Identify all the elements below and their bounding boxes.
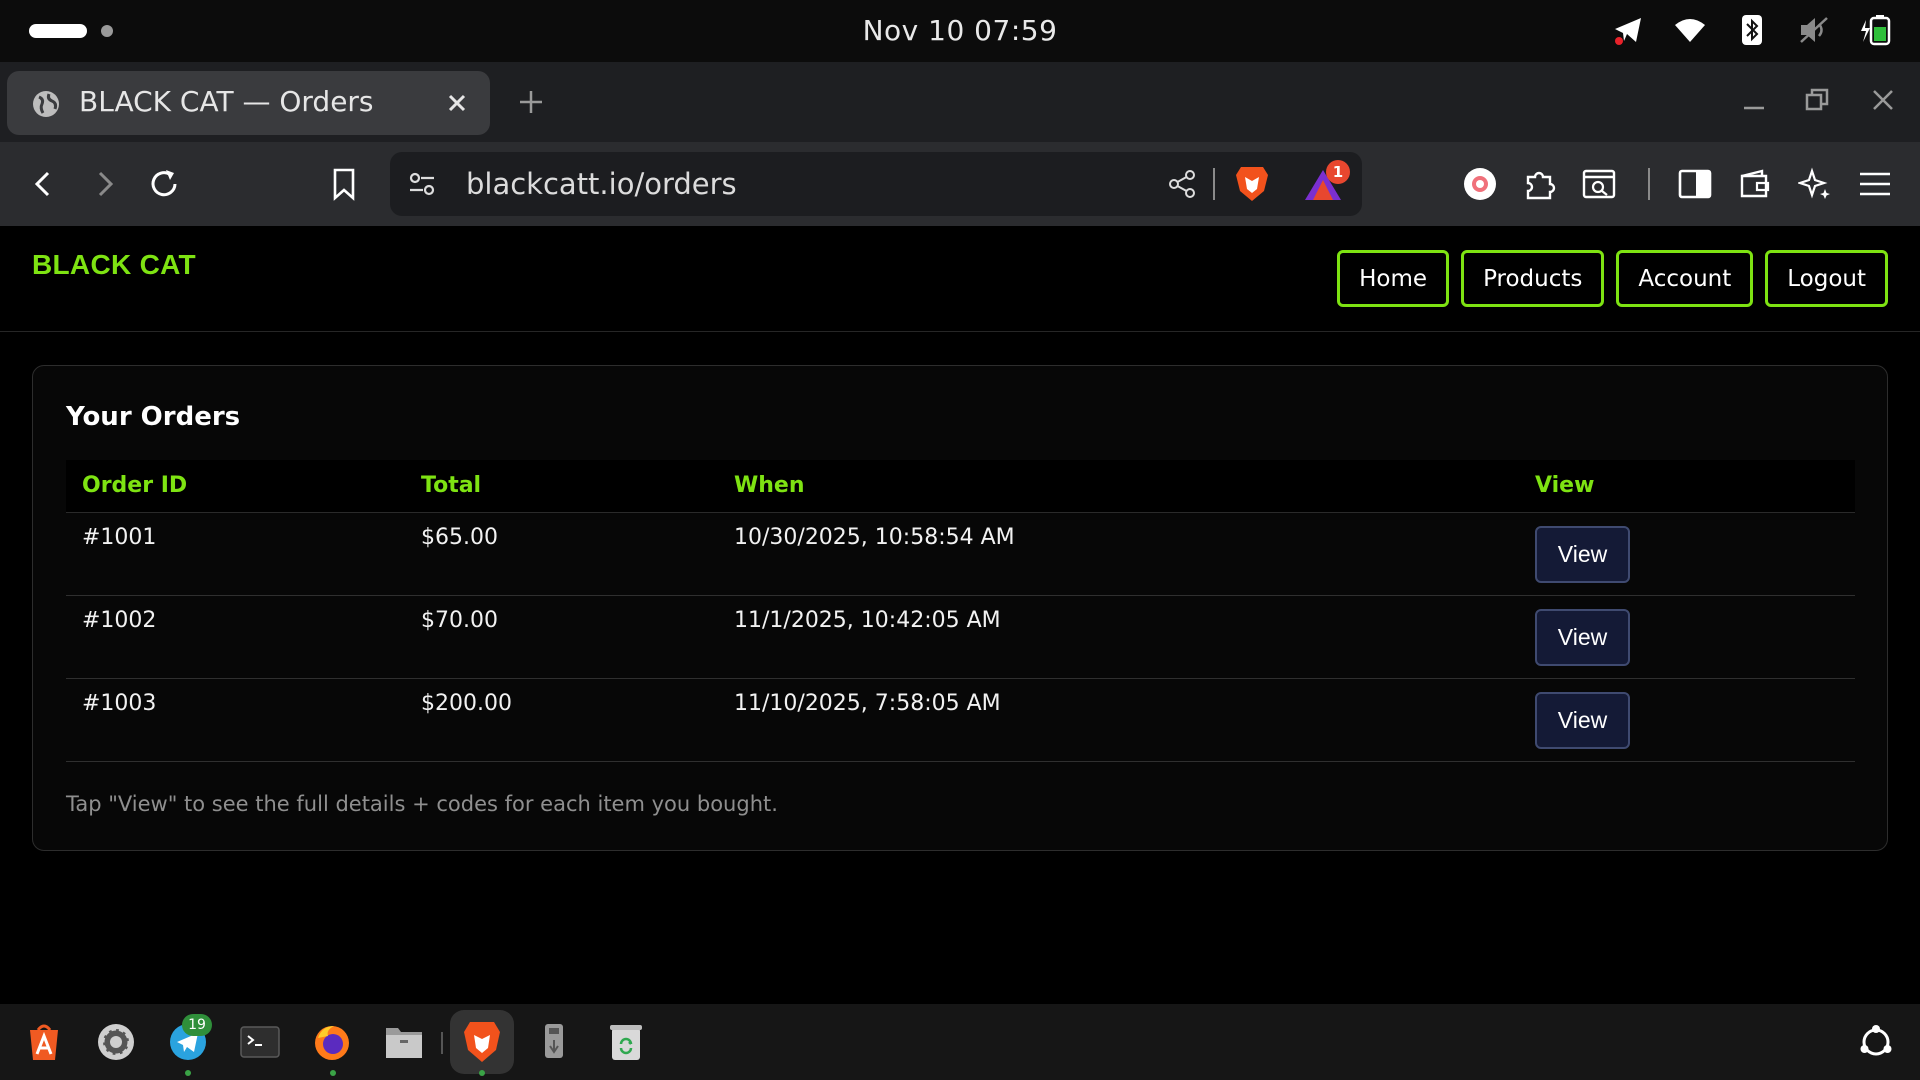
telegram-tray-icon[interactable] (1610, 12, 1646, 48)
hamburger-menu-icon[interactable] (1853, 162, 1897, 206)
new-tab-icon[interactable] (515, 86, 547, 118)
order-id-cell: #1003 (66, 678, 405, 762)
globe-icon (33, 91, 59, 117)
site-brand[interactable]: BLACK CAT (32, 249, 196, 281)
view-order-button[interactable]: View (1535, 525, 1630, 583)
nav-logout-button[interactable]: Logout (1765, 250, 1888, 307)
minimize-window-icon[interactable] (1738, 84, 1770, 116)
system-tray (1610, 12, 1894, 48)
brave-shields-icon[interactable] (1235, 165, 1269, 203)
running-indicator (479, 1070, 485, 1076)
site-header: BLACK CAT Home Products Account Logout (0, 226, 1920, 332)
web-page: BLACK CAT Home Products Account Logout Y… (0, 226, 1920, 1004)
show-apps-icon[interactable] (1852, 1018, 1900, 1066)
order-when-cell: 11/1/2025, 10:42:05 AM (718, 595, 1519, 679)
leo-ai-icon[interactable] (1793, 162, 1837, 206)
orders-hint-text: Tap "View" to see the full details + cod… (66, 792, 778, 816)
view-order-button[interactable]: View (1535, 608, 1630, 666)
browser-tab-strip: BLACK CAT — Orders (0, 62, 1920, 142)
sidebar-toggle-icon[interactable] (1673, 162, 1717, 206)
orders-table: Order ID Total When View #1001 $65.00 10… (66, 460, 1855, 762)
nav-account-button[interactable]: Account (1616, 250, 1754, 307)
back-icon[interactable] (22, 162, 66, 206)
column-header-when: When (718, 460, 1519, 513)
os-top-bar: Nov 10 07:59 (0, 0, 1920, 62)
table-row: #1003 $200.00 11/10/2025, 7:58:05 AM Vie… (66, 678, 1855, 762)
nav-products-button[interactable]: Products (1461, 250, 1605, 307)
extensions-puzzle-icon[interactable] (1518, 162, 1562, 206)
app-center-icon[interactable] (20, 1018, 68, 1066)
address-bar[interactable]: blackcatt.io/orders 1 (390, 152, 1362, 216)
url-text[interactable]: blackcatt.io/orders (466, 167, 737, 201)
terminal-icon[interactable] (236, 1018, 284, 1066)
rewards-notification-badge: 1 (1326, 160, 1350, 184)
order-when-cell: 11/10/2025, 7:58:05 AM (718, 678, 1519, 762)
files-icon[interactable] (380, 1018, 428, 1066)
bookmark-icon[interactable] (322, 162, 366, 206)
tab-title: BLACK CAT — Orders (79, 85, 374, 118)
table-row: #1001 $65.00 10/30/2025, 10:58:54 AM Vie… (66, 512, 1855, 596)
brave-rewards-button[interactable]: 1 (1303, 160, 1350, 206)
browser-toolbar: blackcatt.io/orders 1 (0, 142, 1920, 226)
wallet-icon[interactable] (1733, 162, 1777, 206)
nav-home-button[interactable]: Home (1337, 250, 1450, 307)
toolbar-divider (1648, 168, 1650, 200)
order-total-cell: $70.00 (405, 595, 718, 679)
orders-card: Your Orders Order ID Total When View #10… (32, 365, 1888, 851)
restore-window-icon[interactable] (1801, 84, 1833, 116)
site-nav: Home Products Account Logout (1337, 250, 1888, 307)
table-header-row: Order ID Total When View (66, 460, 1855, 513)
order-when-cell: 10/30/2025, 10:58:54 AM (718, 512, 1519, 596)
urlbar-divider (1213, 168, 1215, 200)
order-total-cell: $65.00 (405, 512, 718, 596)
reader-mode-icon[interactable] (1577, 162, 1621, 206)
column-header-total: Total (405, 460, 718, 513)
dock-divider (441, 1032, 443, 1054)
order-id-cell: #1002 (66, 595, 405, 679)
usb-drive-icon[interactable] (530, 1018, 578, 1066)
close-tab-icon[interactable] (442, 88, 472, 118)
forward-icon[interactable] (82, 162, 126, 206)
order-view-cell: View (1519, 678, 1855, 762)
share-icon[interactable] (1167, 169, 1197, 199)
site-settings-icon[interactable] (408, 170, 436, 198)
running-indicator (330, 1070, 336, 1076)
order-view-cell: View (1519, 595, 1855, 679)
taskbar-dock: 19 (0, 1004, 1920, 1080)
column-header-order-id: Order ID (66, 460, 405, 513)
table-row: #1002 $70.00 11/1/2025, 10:42:05 AM View (66, 595, 1855, 679)
view-order-button[interactable]: View (1535, 691, 1630, 749)
running-indicator (185, 1070, 191, 1076)
browser-tab-active[interactable]: BLACK CAT — Orders (7, 71, 490, 135)
settings-gear-icon[interactable] (92, 1018, 140, 1066)
brave-browser-icon[interactable] (458, 1018, 506, 1066)
bluetooth-icon[interactable] (1734, 12, 1770, 48)
reload-icon[interactable] (142, 162, 186, 206)
battery-charging-icon[interactable] (1858, 12, 1894, 48)
telegram-unread-badge: 19 (182, 1014, 212, 1036)
column-header-view: View (1519, 460, 1855, 513)
order-total-cell: $200.00 (405, 678, 718, 762)
extension-record-icon[interactable] (1458, 162, 1502, 206)
trash-icon[interactable] (602, 1018, 650, 1066)
close-window-icon[interactable] (1867, 84, 1899, 116)
orders-title: Your Orders (66, 402, 241, 432)
volume-muted-icon[interactable] (1796, 12, 1832, 48)
wifi-icon[interactable] (1672, 12, 1708, 48)
firefox-icon[interactable] (308, 1018, 356, 1066)
order-view-cell: View (1519, 512, 1855, 596)
order-id-cell: #1001 (66, 512, 405, 596)
